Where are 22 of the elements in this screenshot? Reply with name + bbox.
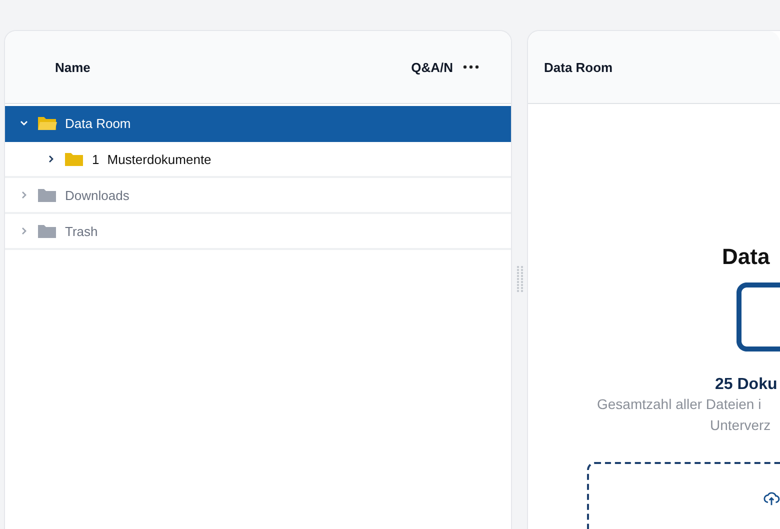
- folder-icon: [37, 115, 57, 131]
- tree-row[interactable]: Data Room: [5, 106, 511, 142]
- chevron-icon[interactable]: [19, 118, 29, 128]
- column-header[interactable]: Q&A/N: [411, 60, 453, 74]
- folder-number: 1: [92, 152, 100, 166]
- drag-handle-icon[interactable]: [516, 266, 522, 293]
- document-icon: [736, 282, 780, 352]
- description-text: Gesamtzahl aller Dateien i: [597, 395, 762, 414]
- upload-dropzone[interactable]: [587, 462, 780, 529]
- panel-title: Data Room: [544, 60, 613, 74]
- folder-name: Downloads: [65, 188, 130, 202]
- folder-icon: [37, 223, 57, 239]
- chevron-icon[interactable]: [46, 154, 56, 164]
- room-heading: Data: [722, 244, 771, 270]
- folder-icon: [37, 187, 57, 203]
- document-count: 25 Doku: [715, 376, 778, 394]
- column-header[interactable]: Name: [55, 60, 412, 74]
- folder-name: Musterdokumente: [107, 152, 212, 166]
- folder-icon: [64, 151, 84, 167]
- description-text: Unterverz: [710, 416, 772, 435]
- folder-name: Trash: [65, 224, 98, 238]
- folder-name: Data Room: [65, 116, 131, 130]
